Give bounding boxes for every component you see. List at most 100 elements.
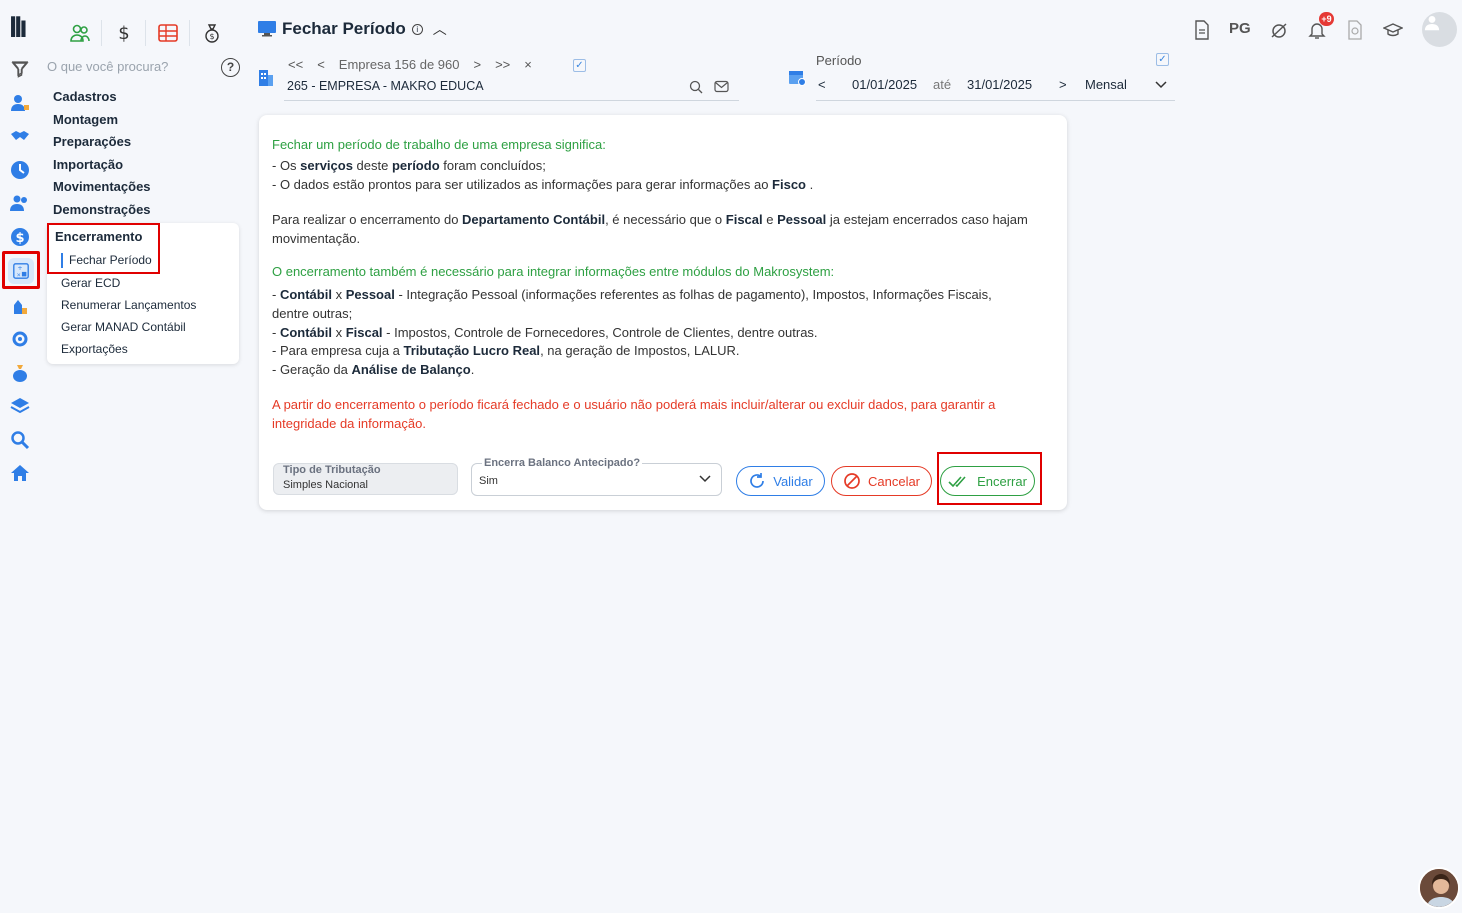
- side-menu: Cadastros Montagem Preparações Importaçã…: [53, 88, 151, 223]
- cancel-icon: [844, 473, 860, 489]
- periodo-label: Período: [816, 53, 862, 68]
- people-icon[interactable]: [9, 192, 31, 214]
- submenu-item-gerar-ecd[interactable]: Gerar ECD: [61, 276, 120, 290]
- empresa-navigator: << < Empresa 156 de 960 > >> ×: [288, 57, 546, 72]
- search-empresa-icon[interactable]: [689, 80, 703, 94]
- help-icon[interactable]: ?: [221, 58, 240, 77]
- period-mode-select[interactable]: Mensal: [1085, 77, 1127, 92]
- encerra-balanco-select[interactable]: Encerra Balanco Antecipado? Sim: [471, 457, 722, 496]
- tipo-tributacao-label: Tipo de Tributação: [283, 464, 381, 476]
- filter-icon-top[interactable]: [12, 60, 28, 76]
- page-title: Fechar Período: [282, 19, 406, 38]
- user-register-icon[interactable]: [9, 92, 31, 114]
- calendar-icon: [789, 71, 806, 86]
- encerrar-button[interactable]: Encerrar: [940, 466, 1035, 496]
- encerra-balanco-label: Encerra Balanco Antecipado?: [482, 457, 643, 469]
- chevron-up-icon[interactable]: ︿: [433, 19, 447, 39]
- accounting-calculator-icon[interactable]: + ×: [8, 258, 34, 284]
- integration-line-3: - Para empresa cuja a Tributação Lucro R…: [272, 343, 740, 358]
- money-bag-icon[interactable]: [9, 362, 31, 384]
- menu-item-importacao[interactable]: Importação: [53, 156, 151, 179]
- integration-line-1: - Contábil x Pessoal - Integração Pessoa…: [272, 287, 992, 321]
- menu-item-cadastros[interactable]: Cadastros: [53, 88, 151, 111]
- empresa-name[interactable]: 265 - EMPRESA - MAKRO EDUCA: [287, 79, 484, 93]
- period-until-label: até: [933, 77, 952, 92]
- validar-button[interactable]: Validar: [736, 466, 825, 496]
- warning-text: A partir do encerramento o período ficar…: [272, 397, 996, 431]
- prev-empresa-button[interactable]: <: [317, 57, 325, 72]
- periodo-underline: [816, 100, 1175, 101]
- pg-button[interactable]: PG: [1229, 20, 1251, 37]
- user-avatar[interactable]: [1422, 12, 1457, 47]
- layers-icon[interactable]: [9, 395, 31, 417]
- svg-text:$: $: [209, 32, 214, 41]
- empresa-counter: Empresa 156 de 960: [338, 57, 460, 72]
- next-period-button[interactable]: >: [1059, 77, 1067, 92]
- period-end-input[interactable]: 31/01/2025: [967, 77, 1032, 92]
- menu-item-montagem[interactable]: Montagem: [53, 111, 151, 134]
- notification-badge: +9: [1319, 12, 1334, 26]
- settings-network-icon[interactable]: [9, 328, 31, 350]
- info-icon[interactable]: i: [411, 23, 423, 35]
- periodo-checkbox[interactable]: ✓: [1156, 53, 1169, 66]
- submenu-item-gerar-manad[interactable]: Gerar MANAD Contábil: [61, 320, 186, 334]
- submenu-item-exportacoes[interactable]: Exportações: [61, 342, 128, 356]
- intro-line-2: - O dados estão prontos para ser utiliza…: [272, 177, 814, 192]
- assistant-avatar[interactable]: [1418, 867, 1460, 909]
- graduation-cap-icon[interactable]: [1382, 19, 1404, 41]
- svg-text:$: $: [15, 231, 24, 246]
- search-icon[interactable]: [9, 429, 31, 451]
- dollar-module-icon[interactable]: $: [102, 20, 146, 46]
- document-icon[interactable]: [1191, 19, 1213, 41]
- refresh-icon: [750, 473, 765, 488]
- svg-text:$: $: [118, 23, 129, 44]
- building-icon: [259, 70, 273, 86]
- menu-item-preparacoes[interactable]: Preparações: [53, 133, 151, 156]
- double-check-icon: [948, 476, 966, 488]
- empresa-underline: [284, 100, 739, 101]
- first-empresa-button[interactable]: <<: [288, 57, 303, 72]
- chevron-down-icon[interactable]: [1155, 80, 1167, 90]
- prev-period-button[interactable]: <: [818, 77, 826, 92]
- submenu-item-renumerar[interactable]: Renumerar Lançamentos: [61, 298, 196, 312]
- integration-line-2: - Contábil x Fiscal - Impostos, Controle…: [272, 325, 818, 340]
- empresa-checkbox[interactable]: ✓: [573, 59, 586, 72]
- encerra-balanco-value: Sim: [479, 475, 498, 487]
- handshake-icon[interactable]: [9, 125, 31, 147]
- tipo-tributacao-field: Tipo de Tributação Simples Nacional: [273, 463, 458, 495]
- icon-rail: ꟾꟾI $ + ×: [0, 0, 42, 913]
- integration-line-4: - Geração da Análise de Balanço.: [272, 362, 475, 377]
- submenu-item-fechar-periodo[interactable]: Fechar Período: [61, 253, 152, 268]
- document-search-icon[interactable]: [1344, 19, 1366, 41]
- cancelar-label: Cancelar: [867, 473, 921, 489]
- svg-text:×: ×: [17, 272, 22, 278]
- encerrar-label: Encerrar: [977, 473, 1027, 489]
- period-start-input[interactable]: 01/01/2025: [852, 77, 917, 92]
- page-header: Fechar Período i ︿: [258, 19, 447, 39]
- menu-item-movimentacoes[interactable]: Movimentações: [53, 178, 151, 201]
- module-bar: $ $: [58, 20, 234, 46]
- next-empresa-button[interactable]: >: [473, 57, 481, 72]
- home-icon[interactable]: [9, 462, 31, 484]
- clock-icon[interactable]: [9, 159, 31, 181]
- svg-text:+: +: [17, 265, 22, 272]
- money-bag-module-icon[interactable]: $: [190, 20, 234, 46]
- mail-icon[interactable]: [714, 80, 729, 93]
- chart-up-icon[interactable]: [9, 295, 31, 317]
- cancelar-button[interactable]: Cancelar: [831, 466, 932, 496]
- validar-label: Validar: [773, 473, 813, 489]
- last-empresa-button[interactable]: >>: [495, 57, 510, 72]
- dollar-icon[interactable]: $: [9, 226, 31, 248]
- close-empresa-button[interactable]: ×: [524, 57, 532, 72]
- menu-item-demonstracoes[interactable]: Demonstrações: [53, 201, 151, 224]
- tipo-tributacao-value: Simples Nacional: [283, 479, 368, 491]
- chevron-down-icon[interactable]: [699, 473, 711, 485]
- intro-line-1: - Os serviços deste período foram conclu…: [272, 158, 546, 173]
- menu-item-encerramento[interactable]: Encerramento: [55, 229, 142, 244]
- makro-logo[interactable]: ꟾꟾI: [9, 18, 27, 43]
- grid-module-icon[interactable]: [146, 20, 190, 46]
- departamento-paragraph: Para realizar o encerramento do Departam…: [272, 212, 1028, 246]
- people-module-icon[interactable]: [58, 20, 102, 46]
- satellite-icon[interactable]: [1268, 19, 1290, 41]
- menu-search-input[interactable]: O que você procura?: [47, 59, 168, 74]
